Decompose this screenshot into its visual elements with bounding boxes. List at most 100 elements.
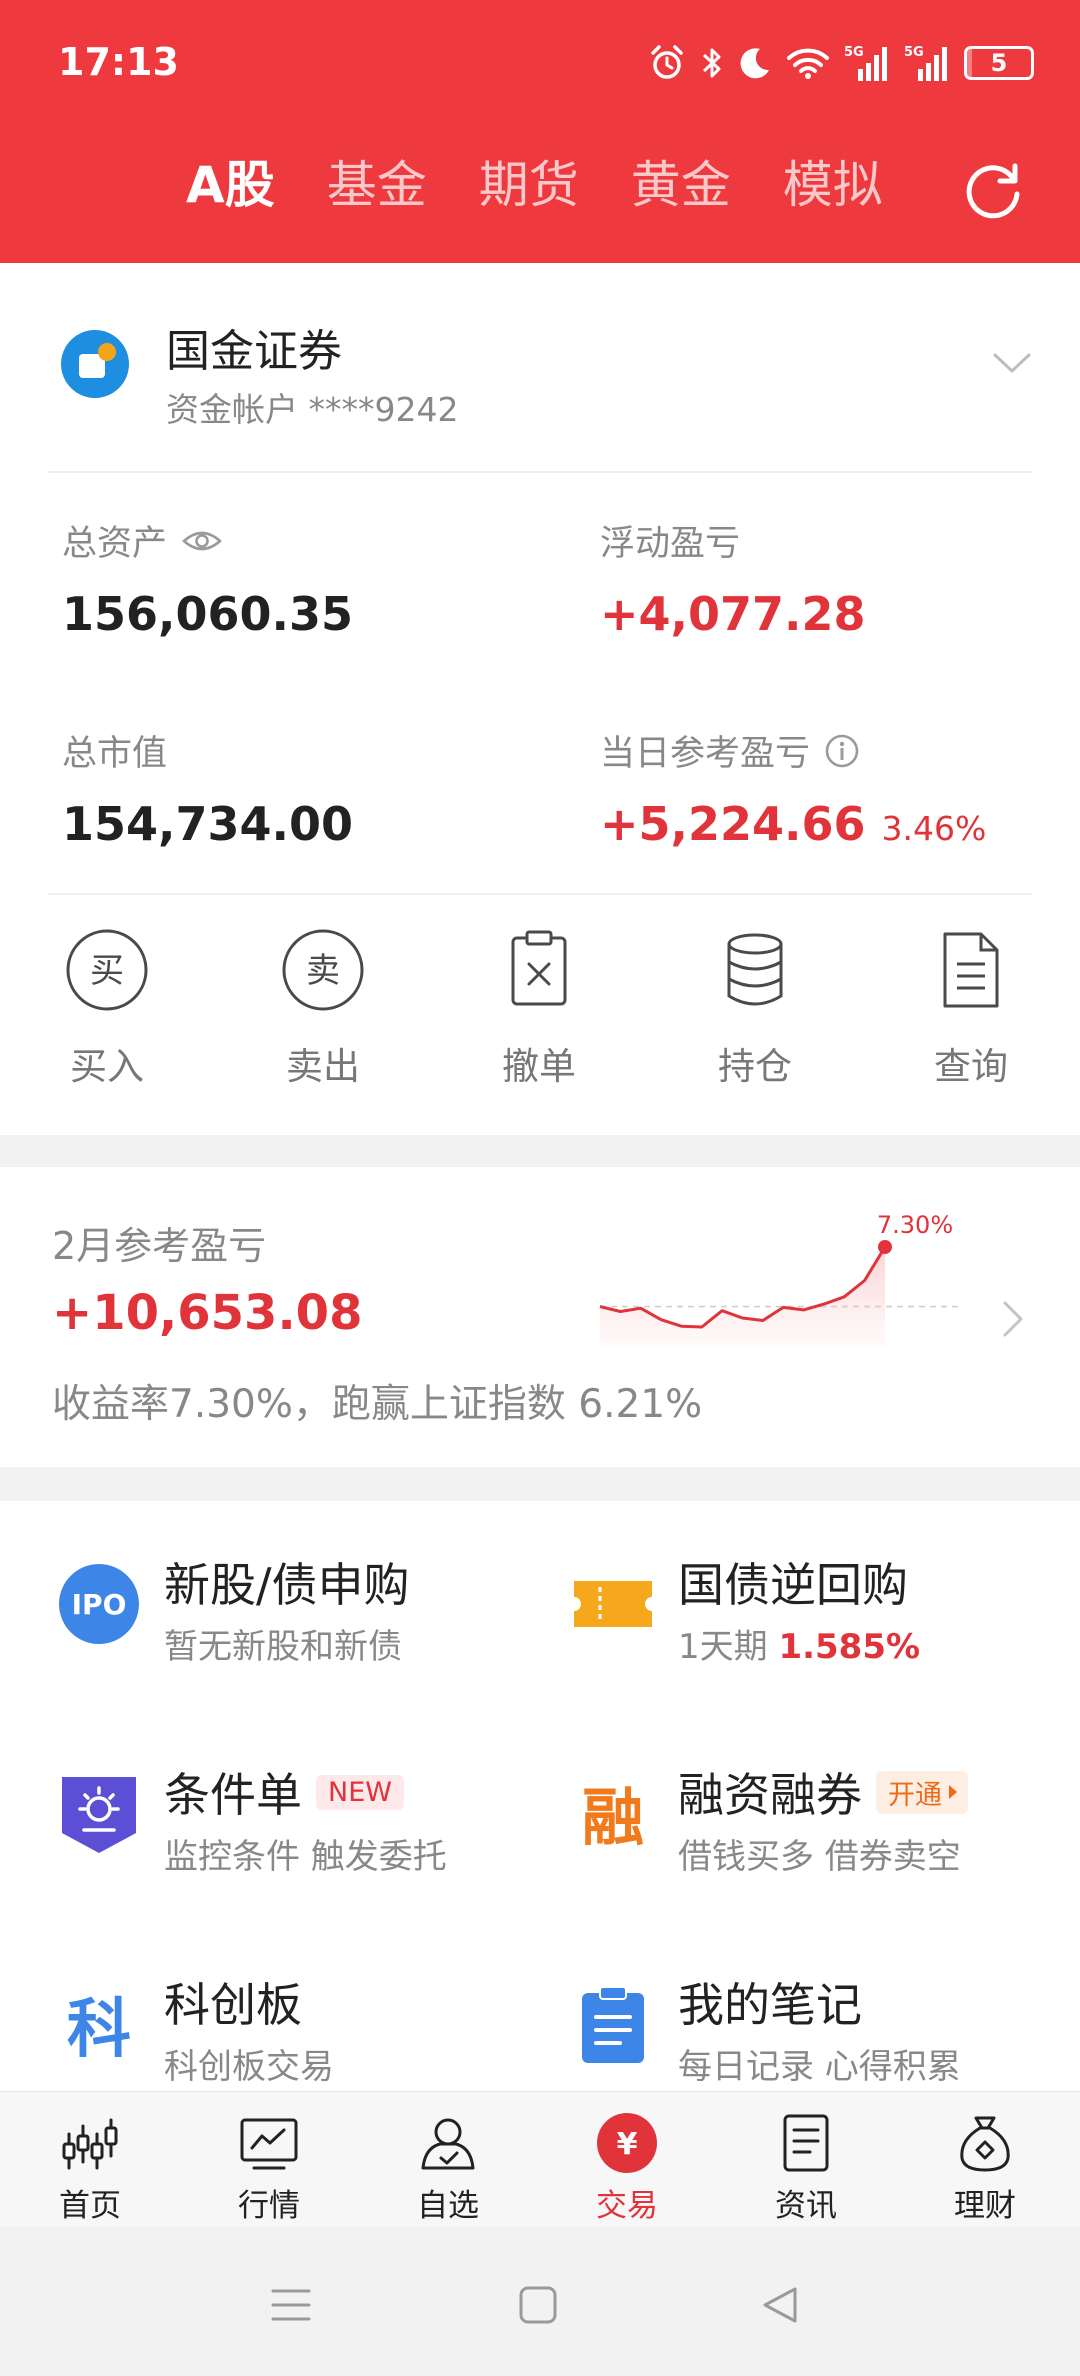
nav-market-label: 行情 — [238, 2188, 300, 2224]
monthly-pl-label: 2月参考盈亏 — [52, 1224, 267, 1268]
star-market-icon-text: 科 — [67, 1993, 131, 2065]
service-subtitle: 借钱买多 借券卖空 — [678, 1837, 961, 1877]
daily-pl-percent: 3.46% — [881, 809, 987, 848]
caret-right-icon — [949, 1785, 957, 1799]
do-not-disturb-moon-icon — [740, 48, 769, 79]
battery-level: 5 — [990, 49, 1008, 77]
daily-pl-value: +5,224.66 — [600, 797, 866, 851]
tab-gold[interactable]: 黄金 — [631, 155, 731, 215]
margin-trading-title: 融资融券 — [678, 1768, 862, 1822]
header: 17:13 5G 5G 5 A股 基金 期货 黄金 模拟 — [0, 0, 1080, 263]
buy-button[interactable]: 买 买入 — [27, 928, 187, 1090]
cancel-order-icon — [511, 930, 567, 1006]
tab-futures[interactable]: 期货 — [479, 155, 579, 215]
notes-clipboard-icon — [582, 1986, 644, 2063]
home-square-icon[interactable] — [518, 2285, 558, 2325]
nav-watchlist[interactable]: 自选 — [378, 2112, 518, 2225]
total-assets-label-text: 总资产 — [62, 524, 168, 564]
account-selector[interactable]: 国金证券 资金帐户 ****9242 — [48, 263, 1032, 473]
service-ipo[interactable]: IPO 新股/债申购 暂无新股和新债 — [58, 1553, 538, 1683]
signal-5g-icon: 5G — [844, 45, 887, 81]
account-number: 资金帐户 ****9242 — [166, 390, 459, 429]
service-title: 国债逆回购 — [678, 1549, 908, 1615]
battery-icon: 5 — [964, 46, 1034, 80]
chevron-right-icon[interactable] — [1000, 1299, 1026, 1339]
nav-market[interactable]: 行情 — [199, 2112, 339, 2225]
service-title: 条件单 NEW — [164, 1759, 404, 1825]
notes-title: 我的笔记 — [678, 1978, 862, 2032]
service-treasury-repo[interactable]: 国债逆回购 1天期 1.585% — [572, 1553, 1052, 1683]
status-icons: 5G 5G 5 — [648, 38, 1034, 88]
nav-trade-label: 交易 — [596, 2188, 658, 2224]
nav-news-label: 资讯 — [775, 2188, 837, 2224]
info-icon[interactable] — [824, 733, 860, 769]
total-assets-value: 156,060.35 — [62, 587, 354, 641]
service-my-notes[interactable]: 我的笔记 每日记录 心得积累 — [572, 1973, 1052, 2103]
nav-wealth[interactable]: 理财 — [915, 2112, 1055, 2225]
monthly-sparkline: 7.30% — [599, 1211, 958, 1347]
service-margin-trading[interactable]: 融 融资融券 开通 借钱买多 借券卖空 — [572, 1763, 1052, 1893]
watchlist-user-icon — [421, 2118, 475, 2170]
ipo-title: 新股/债申购 — [164, 1558, 410, 1612]
buy-circle-icon: 买 — [66, 929, 148, 1011]
trade-actions: 买 买入 卖 卖出 撤单 持仓 查询 — [0, 928, 1080, 1088]
bluetooth-icon — [702, 48, 721, 78]
service-condition-order[interactable]: 条件单 NEW 监控条件 触发委托 — [58, 1763, 538, 1893]
trade-yen-glyph: ¥ — [617, 2127, 638, 2162]
tab-a-shares[interactable]: A股 — [186, 155, 275, 215]
open-account-badge[interactable]: 开通 — [876, 1770, 968, 1814]
service-subtitle: 暂无新股和新债 — [164, 1627, 402, 1667]
market-value-label: 总市值 — [62, 725, 167, 776]
positions-button[interactable]: 持仓 — [675, 928, 835, 1090]
service-subtitle: 科创板交易 — [164, 2047, 334, 2087]
condition-order-title: 条件单 — [164, 1768, 302, 1822]
tab-funds[interactable]: 基金 — [327, 155, 427, 215]
refresh-icon[interactable] — [962, 160, 1024, 222]
cancel-order-button[interactable]: 撤单 — [459, 928, 619, 1090]
chevron-down-icon[interactable] — [992, 351, 1032, 377]
monthly-pl-card[interactable]: 2月参考盈亏 +10,653.08 收益率7.30%，跑赢上证指数 6.21% … — [0, 1167, 1080, 1467]
daily-pl-label-text: 当日参考盈亏 — [600, 734, 811, 774]
account-card: 国金证券 资金帐户 ****9242 总资产 156,060.35 浮动盈亏 +… — [0, 263, 1080, 1135]
back-triangle-icon[interactable] — [760, 2285, 800, 2325]
wifi-icon — [787, 48, 829, 79]
query-document-icon — [943, 932, 999, 1008]
query-label: 查询 — [934, 1045, 1008, 1088]
cancel-order-label: 撤单 — [502, 1045, 576, 1088]
sparkline-end-label: 7.30% — [877, 1211, 953, 1239]
nav-trade[interactable]: ¥ 交易 — [557, 2112, 697, 2225]
sparkline-end-point — [878, 1240, 892, 1254]
treasury-title: 国债逆回购 — [678, 1558, 908, 1612]
total-assets-label: 总资产 — [62, 515, 223, 566]
service-subtitle: 1天期 1.585% — [678, 1619, 920, 1668]
new-badge: NEW — [316, 1774, 404, 1810]
service-title: 融资融券 开通 — [678, 1759, 968, 1825]
eye-icon[interactable] — [181, 527, 223, 555]
market-chart-icon — [240, 2118, 298, 2170]
sell-circle-icon: 卖 — [282, 929, 364, 1011]
open-account-text: 开通 — [888, 1779, 942, 1811]
tab-simulation[interactable]: 模拟 — [783, 155, 883, 215]
service-title: 我的笔记 — [678, 1969, 862, 2035]
floating-pl-value: +4,077.28 — [600, 587, 866, 641]
sell-button[interactable]: 卖 卖出 — [243, 928, 403, 1090]
ipo-icon-text: IPO — [72, 1588, 127, 1621]
query-button[interactable]: 查询 — [891, 928, 1051, 1090]
treasury-ticket-icon — [574, 1581, 652, 1627]
broker-name: 国金证券 — [166, 326, 342, 377]
ipo-icon: IPO — [59, 1564, 139, 1644]
alarm-icon — [651, 45, 683, 79]
floating-pl-label: 浮动盈亏 — [600, 515, 740, 566]
buy-glyph: 买 — [90, 951, 124, 991]
service-star-market[interactable]: 科 科创板 科创板交易 — [58, 1973, 538, 2103]
divider — [48, 893, 1032, 895]
nav-news[interactable]: 资讯 — [736, 2112, 876, 2225]
nav-home[interactable]: 首页 — [20, 2112, 160, 2225]
status-time: 17:13 — [58, 40, 179, 84]
nav-home-label: 首页 — [59, 2188, 121, 2224]
home-candlestick-icon — [62, 2118, 118, 2170]
news-document-icon — [783, 2114, 829, 2172]
positions-label: 持仓 — [718, 1045, 792, 1088]
service-title: 科创板 — [164, 1969, 302, 2035]
menu-icon[interactable] — [270, 2285, 312, 2325]
